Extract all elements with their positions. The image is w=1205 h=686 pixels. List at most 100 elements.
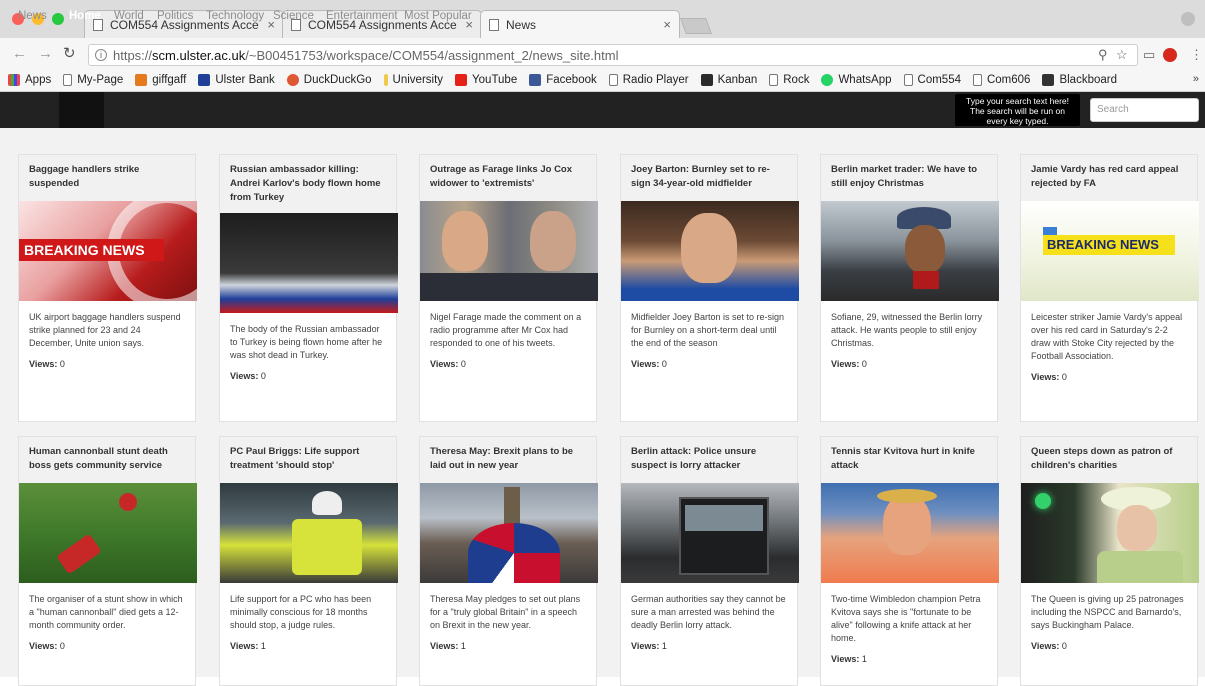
close-tab-icon[interactable]: × xyxy=(663,17,671,32)
menu-icon[interactable]: ⋮ xyxy=(1190,47,1203,63)
article-image[interactable] xyxy=(220,483,398,583)
address-bar[interactable]: i https:// scm.ulster.ac.uk /~B00451753/… xyxy=(88,44,1138,66)
url-scheme: https:// xyxy=(113,47,153,63)
article-summary: Midfielder Joey Barton is set to re-sign… xyxy=(631,312,785,348)
cast-icon[interactable]: ▭ xyxy=(1143,47,1155,63)
search-input[interactable]: Search xyxy=(1090,98,1199,122)
maximize-window-button[interactable] xyxy=(52,13,64,25)
back-arrow-icon[interactable]: ← xyxy=(12,45,27,62)
bookmark-star-icon[interactable]: ☆ xyxy=(1116,47,1128,63)
article-summary: Nigel Farage made the comment on a radio… xyxy=(430,312,582,348)
article-card[interactable]: Berlin attack: Police unsure suspect is … xyxy=(620,436,799,686)
bookmark-ulster-bank[interactable]: Ulster Bank xyxy=(198,73,275,86)
bookmark-apps[interactable]: Apps xyxy=(8,73,51,86)
article-card[interactable]: Baggage handlers strike suspended BREAKI… xyxy=(18,154,197,422)
more-bookmarks-button[interactable]: » xyxy=(1193,73,1199,85)
article-image[interactable] xyxy=(220,213,398,313)
page-icon xyxy=(972,73,982,86)
article-image[interactable] xyxy=(621,483,799,583)
forward-arrow-icon[interactable]: → xyxy=(38,45,53,62)
article-title[interactable]: Theresa May: Brexit plans to be laid out… xyxy=(420,437,596,483)
nav-home[interactable]: Home xyxy=(69,10,101,22)
bookmark-com554[interactable]: Com554 xyxy=(903,73,961,86)
article-card[interactable]: PC Paul Briggs: Life support treatment '… xyxy=(219,436,398,686)
bookmark-rock[interactable]: Rock xyxy=(769,73,809,86)
bookmark-duckduckgo[interactable]: DuckDuckGo xyxy=(286,73,372,86)
article-image[interactable] xyxy=(821,483,999,583)
zoom-icon[interactable]: ⚲ xyxy=(1098,47,1108,63)
info-icon[interactable]: i xyxy=(95,49,107,61)
browser-tab-3[interactable]: News × xyxy=(480,10,680,38)
article-title[interactable]: Berlin attack: Police unsure suspect is … xyxy=(621,437,797,483)
article-card[interactable]: Jamie Vardy has red card appeal rejected… xyxy=(1020,154,1199,422)
portrait-face xyxy=(681,213,737,283)
bookmark-youtube[interactable]: YouTube xyxy=(455,73,517,86)
apps-grid-icon xyxy=(8,73,20,86)
article-image[interactable]: BREAKING NEWS xyxy=(19,201,197,301)
windscreen xyxy=(685,505,763,531)
article-image[interactable] xyxy=(420,201,598,301)
article-image[interactable] xyxy=(420,483,598,583)
article-card[interactable]: Joey Barton: Burnley set to re-sign 34-y… xyxy=(620,154,799,422)
nav-science[interactable]: Science xyxy=(273,10,314,22)
bookmark-kanban[interactable]: Kanban xyxy=(700,73,757,86)
new-tab-button[interactable] xyxy=(680,18,712,34)
article-summary: Sofiane, 29, witnessed the Berlin lorry … xyxy=(831,312,983,348)
bookmark-whatsapp[interactable]: WhatsApp xyxy=(821,73,892,86)
site-brand[interactable]: News xyxy=(18,10,47,22)
portrait-face xyxy=(530,211,576,271)
article-card[interactable]: Theresa May: Brexit plans to be laid out… xyxy=(419,436,598,686)
article-card[interactable]: Outrage as Farage links Jo Cox widower t… xyxy=(419,154,598,422)
bookmark-giffgaff[interactable]: giffgaff xyxy=(135,73,186,86)
performer xyxy=(119,493,137,511)
article-title[interactable]: PC Paul Briggs: Life support treatment '… xyxy=(220,437,396,483)
article-views: Views: 0 xyxy=(1031,641,1067,651)
bookmark-facebook[interactable]: Facebook xyxy=(529,73,597,86)
page-icon xyxy=(608,73,618,86)
article-image[interactable] xyxy=(821,201,999,301)
profile-icon[interactable] xyxy=(1181,12,1195,26)
article-image[interactable]: BREAKING NEWS xyxy=(1021,201,1199,301)
url-path: /~B00451753/workspace/COM554/assignment_… xyxy=(245,47,619,63)
nav-most-popular[interactable]: Most Popular xyxy=(404,10,472,22)
article-title[interactable]: Jamie Vardy has red card appeal rejected… xyxy=(1021,155,1197,201)
bookmark-com606[interactable]: Com606 xyxy=(972,73,1030,86)
article-views: Views: 0 xyxy=(29,641,65,651)
article-image[interactable] xyxy=(19,483,197,583)
folder-icon xyxy=(383,73,388,86)
bookmark-radio-player[interactable]: Radio Player xyxy=(608,73,689,86)
article-card[interactable]: Berlin market trader: We have to still e… xyxy=(820,154,999,422)
document-icon xyxy=(489,18,499,31)
bookmark-my-page[interactable]: My-Page xyxy=(63,73,123,86)
nav-technology[interactable]: Technology xyxy=(206,10,264,22)
article-image[interactable] xyxy=(1021,483,1199,583)
article-views: Views: 0 xyxy=(230,371,266,381)
article-title[interactable]: Berlin market trader: We have to still e… xyxy=(821,155,997,201)
article-title[interactable]: Joey Barton: Burnley set to re-sign 34-y… xyxy=(621,155,797,201)
breaking-news-banner: BREAKING NEWS xyxy=(19,239,164,261)
article-title[interactable]: Outrage as Farage links Jo Cox widower t… xyxy=(420,155,596,201)
article-title[interactable]: Russian ambassador killing: Andrei Karlo… xyxy=(220,155,396,213)
article-title[interactable]: Baggage handlers strike suspended xyxy=(19,155,195,201)
article-views: Views: 0 xyxy=(1031,372,1067,382)
reload-icon[interactable]: ↻ xyxy=(63,44,76,62)
nav-politics[interactable]: Politics xyxy=(157,10,193,22)
article-summary: Leicester striker Jamie Vardy's appeal o… xyxy=(1031,312,1183,361)
article-card[interactable]: Russian ambassador killing: Andrei Karlo… xyxy=(219,154,398,422)
nav-entertainment[interactable]: Entertainment xyxy=(326,10,398,22)
article-image[interactable] xyxy=(621,201,799,301)
bookmark-blackboard[interactable]: Blackboard xyxy=(1042,73,1117,86)
youtube-icon xyxy=(455,73,468,86)
kanban-icon xyxy=(700,73,713,86)
nav-world[interactable]: World xyxy=(114,10,144,22)
bookmark-university[interactable]: University xyxy=(383,73,443,86)
article-title[interactable]: Tennis star Kvitova hurt in knife attack xyxy=(821,437,997,483)
portrait-face xyxy=(883,495,931,555)
article-card[interactable]: Human cannonball stunt death boss gets c… xyxy=(18,436,197,686)
article-card[interactable]: Queen steps down as patron of children's… xyxy=(1020,436,1199,686)
article-card[interactable]: Tennis star Kvitova hurt in knife attack… xyxy=(820,436,999,686)
adblock-icon[interactable] xyxy=(1163,48,1177,62)
blackboard-icon xyxy=(1042,73,1055,86)
article-title[interactable]: Queen steps down as patron of children's… xyxy=(1021,437,1197,483)
article-title[interactable]: Human cannonball stunt death boss gets c… xyxy=(19,437,195,483)
